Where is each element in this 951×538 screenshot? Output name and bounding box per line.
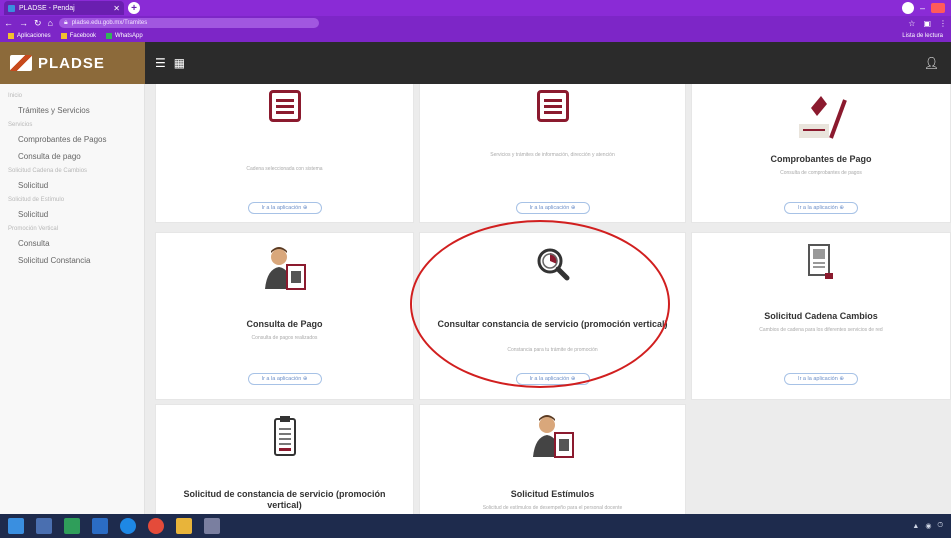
person-document-icon — [264, 247, 306, 290]
go-to-app-button[interactable]: Ir a la aplicación ⊕ — [247, 202, 322, 214]
card-title: Comprobantes de Pago — [770, 154, 872, 164]
card-title: Consulta de Pago — [246, 319, 323, 329]
window-controls: – — [901, 2, 951, 14]
minimize-button[interactable]: – — [920, 3, 925, 13]
card-title: Solicitud de constancia de servicio (pro… — [183, 489, 386, 510]
card-description: Consulta de comprobantes de pagos — [780, 170, 862, 176]
magnifier-chart-icon — [537, 248, 569, 281]
task-view-icon[interactable] — [36, 518, 52, 534]
card-title: Solicitud Cadena Cambios — [764, 311, 878, 321]
close-window-button[interactable] — [931, 3, 945, 13]
card-title: Solicitud Estímulos — [510, 489, 595, 499]
menu-controls: ☰ ▦ — [155, 56, 185, 70]
sidebar-section-label: Promoción Vertical — [8, 226, 59, 232]
logo-text: PLADSE — [38, 54, 105, 72]
service-card: Consulta de Pago Consulta de pagos reali… — [155, 232, 414, 400]
service-card: Consultar constancia de servicio (promoc… — [419, 232, 686, 400]
address-toolbar: ← → ↻ ⌂ 🔒︎ pladse.edu.gob.mx/Tramites ☆ … — [0, 16, 951, 30]
sidebar-item-consulta[interactable]: Consulta — [0, 235, 144, 252]
card-description: Cadena seleccionada con sistema — [246, 166, 323, 172]
list-icon — [536, 90, 569, 122]
hamburger-icon[interactable]: ☰ — [155, 56, 166, 70]
app-icon[interactable] — [204, 518, 220, 534]
sidebar-section-label: Servicios — [8, 122, 33, 128]
extensions-icon[interactable]: ▣ — [923, 19, 931, 28]
service-card: Solicitud Estímulos Solicitud de estímul… — [419, 404, 686, 514]
file-explorer-icon[interactable] — [176, 518, 192, 534]
app-logo[interactable]: PLADSE — [0, 42, 145, 84]
service-card: Solicitud Cadena Cambios Cambios de cade… — [691, 232, 951, 400]
card-description: Consulta de pagos realizados — [251, 335, 318, 341]
card-description: Constancia para tu trámite de promoción — [507, 347, 598, 353]
sidebar-section-label: Solicitud de Estímulo — [8, 197, 65, 203]
forward-icon[interactable]: → — [19, 18, 28, 28]
toolbar-icons: ☆ ▣ ⋮ — [908, 19, 947, 28]
sidebar-item-consulta-pago[interactable]: Consulta de pago — [0, 148, 144, 165]
user-icon[interactable]: 👤︎ — [924, 56, 939, 70]
sidebar-item-solicitud-cadena[interactable]: Solicitud — [0, 177, 144, 194]
clock-icon[interactable]: 🕒︎ — [937, 522, 943, 530]
go-to-app-button[interactable]: Ir a la aplicación ⊕ — [515, 202, 590, 214]
bookmarks-bar: Aplicaciones Facebook WhatsApp Lista de … — [0, 30, 951, 42]
windows-start-icon[interactable] — [8, 518, 24, 534]
sidebar-item-comprobantes[interactable]: Comprobantes de Pagos — [0, 131, 144, 148]
app-header: PLADSE ☰ ▦ 👤︎ — [0, 42, 951, 84]
card-title: Consultar constancia de servicio (promoc… — [437, 319, 668, 329]
profile-icon[interactable] — [901, 2, 914, 14]
go-to-app-button[interactable]: Ir a la aplicación ⊕ — [247, 373, 322, 385]
service-card: Solicitud de constancia de servicio (pro… — [155, 404, 414, 514]
home-icon[interactable]: ⌂ — [48, 18, 53, 28]
list-icon — [268, 90, 301, 122]
edge-icon[interactable] — [120, 518, 136, 534]
logo-mark-icon — [10, 55, 32, 71]
tab-close-icon[interactable]: ✕ — [113, 4, 120, 13]
go-to-app-button[interactable]: Ir a la aplicación ⊕ — [784, 373, 858, 385]
browser-tab-bar: PLADSE - Pendaj ✕ + – — [0, 0, 951, 16]
person-document-icon — [532, 415, 574, 458]
excel-icon[interactable] — [64, 518, 80, 534]
document-icon — [808, 244, 833, 279]
card-description: Servicios y trámites de información, dir… — [490, 152, 615, 158]
card-description: Solicitud de estímulos de desempeño para… — [482, 505, 623, 511]
card-description: Cambios de cadena para los diferentes se… — [759, 327, 883, 333]
star-icon[interactable]: ☆ — [908, 19, 915, 28]
go-to-app-button[interactable]: Ir a la aplicación ⊕ — [515, 373, 590, 385]
more-icon[interactable]: ⋮ — [939, 19, 947, 28]
sidebar-item-tramites[interactable]: Trámites y Servicios — [0, 102, 144, 119]
clipboard-icon — [273, 416, 296, 456]
favicon-icon — [8, 4, 15, 12]
bookmark-apps[interactable]: Aplicaciones — [8, 33, 51, 39]
volume-icon[interactable]: ◉ — [925, 522, 931, 530]
chrome-icon[interactable] — [148, 518, 164, 534]
bookmark-facebook[interactable]: Facebook — [60, 33, 96, 39]
go-to-app-button[interactable]: Ir a la aplicación ⊕ — [784, 202, 858, 214]
reload-icon[interactable]: ↻ — [34, 18, 42, 29]
signature-icon — [799, 96, 847, 139]
main-content: Cadena seleccionada con sistema Ir a la … — [145, 84, 951, 514]
sidebar: Inicio Trámites y Servicios Servicios Co… — [0, 84, 145, 514]
grid-icon[interactable]: ▦ — [174, 56, 185, 70]
service-card: Cadena seleccionada con sistema Ir a la … — [155, 84, 414, 223]
url-text: pladse.edu.gob.mx/Tramites — [71, 20, 148, 26]
sidebar-item-solicitud-constancia[interactable]: Solicitud Constancia — [0, 252, 144, 269]
service-card: Comprobantes de Pago Consulta de comprob… — [691, 84, 951, 223]
network-icon[interactable]: ▲ — [912, 523, 919, 530]
word-icon[interactable] — [92, 518, 108, 534]
browser-tab[interactable]: PLADSE - Pendaj ✕ — [4, 1, 124, 15]
reading-list[interactable]: Lista de lectura — [902, 33, 943, 39]
sidebar-item-solicitud-estimulo[interactable]: Solicitud — [0, 206, 144, 223]
service-card: Servicios y trámites de información, dir… — [419, 84, 686, 223]
tab-title: PLADSE - Pendaj — [19, 4, 75, 12]
url-field[interactable]: 🔒︎ pladse.edu.gob.mx/Tramites — [58, 18, 319, 28]
sidebar-section-label: Solicitud Cadena de Cambios — [8, 168, 88, 174]
new-tab-button[interactable]: + — [128, 2, 140, 14]
back-icon[interactable]: ← — [4, 18, 13, 28]
lock-icon: 🔒︎ — [63, 19, 68, 26]
sidebar-section-label: Inicio — [8, 93, 23, 99]
taskbar: ▲ ◉ 🕒︎ — [0, 514, 951, 538]
system-tray: ▲ ◉ 🕒︎ — [912, 522, 943, 530]
bookmark-whatsapp[interactable]: WhatsApp — [106, 33, 143, 39]
